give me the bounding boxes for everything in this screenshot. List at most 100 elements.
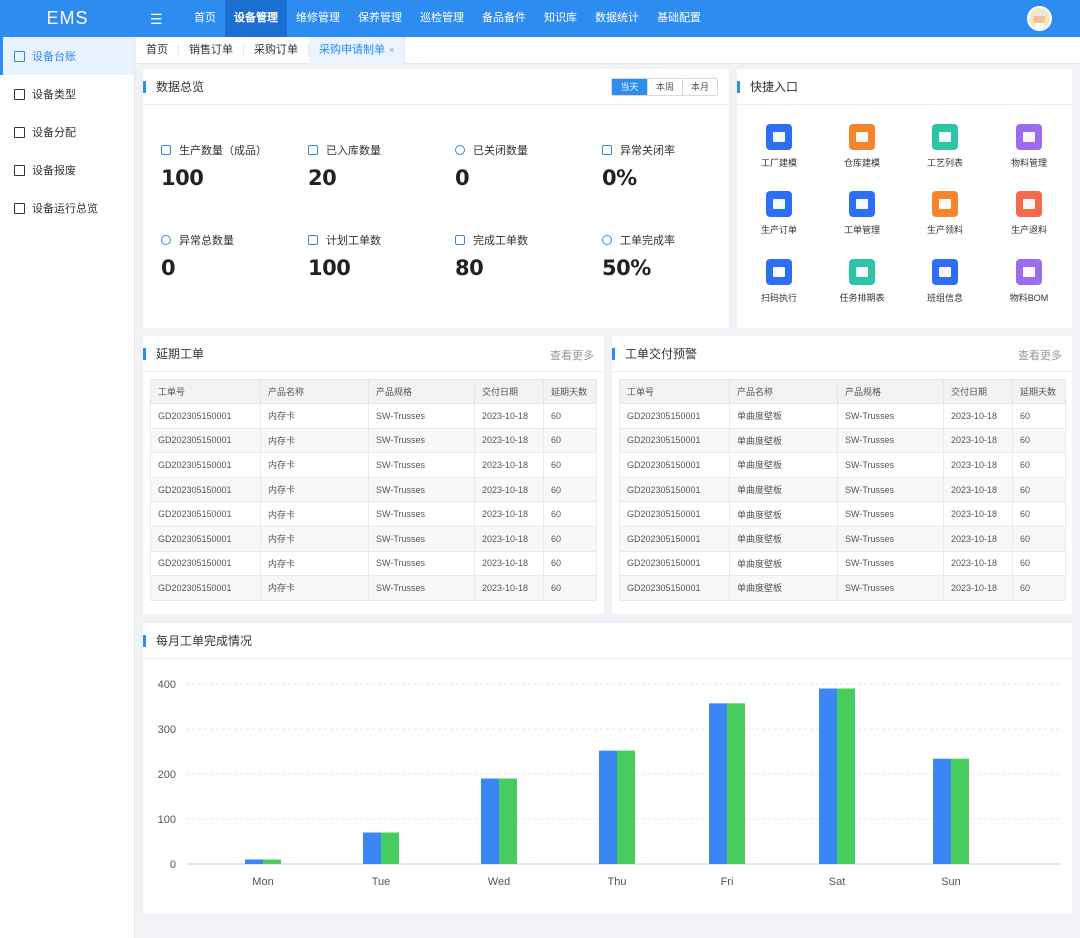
table-row[interactable]: GD202305150001 内存卡 SW-Trusses 2023-10-18 60 xyxy=(150,525,597,552)
table-cell: 单曲度壁板 xyxy=(729,501,838,527)
bar[interactable] xyxy=(481,778,499,865)
y-tick-label: 400 xyxy=(158,679,176,691)
table-cell: 60 xyxy=(543,427,597,454)
table-row[interactable]: GD202305150001 内存卡 SW-Trusses 2023-10-18 60 xyxy=(150,575,597,601)
close-icon[interactable]: × xyxy=(389,45,394,55)
table-row[interactable]: GD202305150001 内存卡 SW-Trusses 2023-10-18 60 xyxy=(150,501,597,527)
nav-item-spare-parts[interactable]: 备品备件 xyxy=(473,0,535,37)
bar[interactable] xyxy=(381,832,399,865)
table-cell: SW-Trusses xyxy=(368,476,475,503)
table-row[interactable]: GD202305150001 单曲度壁板 SW-Trusses 2023-10-18 6… xyxy=(619,427,1066,454)
table-row[interactable]: GD202305150001 单曲度壁板 SW-Trusses 2023-10-18 6… xyxy=(619,575,1066,601)
quick-entry-item[interactable]: 物料管理 xyxy=(994,124,1064,169)
table-row[interactable]: GD202305150001 单曲度壁板 SW-Trusses 2023-10-18 6… xyxy=(619,525,1066,552)
bar[interactable] xyxy=(837,688,855,865)
quick-entry-item[interactable]: 生产退料 xyxy=(994,191,1064,236)
table-row[interactable]: GD202305150001 单曲度壁板 SW-Trusses 2023-10-18 6… xyxy=(619,550,1066,577)
bar[interactable] xyxy=(263,859,281,865)
table-cell: GD202305150001 xyxy=(150,575,261,601)
quick-entry-item[interactable]: 工单管理 xyxy=(827,191,897,236)
table-cell: SW-Trusses xyxy=(837,403,944,429)
table-cell: 单曲度壁板 xyxy=(729,403,838,429)
quick-entry-label: 仓库建模 xyxy=(843,158,880,168)
nav-item-home[interactable]: 首页 xyxy=(185,0,225,37)
range-week-button[interactable]: 本周 xyxy=(647,79,682,95)
nav-item-knowledge[interactable]: 知识库 xyxy=(535,0,586,37)
menu-toggle-icon[interactable]: ☰ xyxy=(150,10,168,28)
range-today-button[interactable]: 当天 xyxy=(612,79,647,95)
column-header: 产品名称 xyxy=(260,379,369,404)
quick-entry-item[interactable]: 任务排期表 xyxy=(827,259,897,304)
column-header: 延期天数 xyxy=(1012,379,1066,404)
table-row[interactable]: GD202305150001 单曲度壁板 SW-Trusses 2023-10-18 6… xyxy=(619,476,1066,503)
warning-icon xyxy=(602,145,612,155)
stat-abnormal-close-rate: 异常关闭率 0% xyxy=(602,143,742,190)
table-row[interactable]: GD202305150001 内存卡 SW-Trusses 2023-10-18 60 xyxy=(150,403,597,429)
table-row[interactable]: GD202305150001 内存卡 SW-Trusses 2023-10-18 60 xyxy=(150,452,597,478)
app-logo[interactable]: EMS xyxy=(0,0,135,37)
table-cell: SW-Trusses xyxy=(837,427,944,454)
bar[interactable] xyxy=(951,758,969,864)
bar[interactable] xyxy=(599,750,617,864)
quick-entry-item[interactable]: 工艺列表 xyxy=(910,124,980,169)
table-row[interactable]: GD202305150001 单曲度壁板 SW-Trusses 2023-10-18 6… xyxy=(619,501,1066,527)
sidebar-item-equipment-type[interactable]: 设备类型 xyxy=(0,75,134,113)
quick-entry-item[interactable]: 生产领料 xyxy=(910,191,980,236)
table-cell: 60 xyxy=(1012,476,1066,503)
quick-entry-icon xyxy=(766,259,792,285)
range-selector: 当天 本周 本月 xyxy=(611,78,718,96)
quick-entry-item[interactable]: 班组信息 xyxy=(910,259,980,304)
nav-item-inspection[interactable]: 巡检管理 xyxy=(411,0,473,37)
quick-entry-item[interactable]: 生产订单 xyxy=(744,191,814,236)
table-row[interactable]: GD202305150001 单曲度壁板 SW-Trusses 2023-10-18 6… xyxy=(619,403,1066,429)
sidebar-item-equipment-scrap[interactable]: 设备报废 xyxy=(0,151,134,189)
tab-home[interactable]: 首页 xyxy=(136,44,179,56)
bar[interactable] xyxy=(819,688,837,865)
table-cell: 单曲度壁板 xyxy=(729,550,838,577)
view-more-link[interactable]: 查看更多 xyxy=(1018,347,1062,363)
tab-purchase-request[interactable]: 采购申请制单 × xyxy=(309,36,406,64)
table-row[interactable]: GD202305150001 内存卡 SW-Trusses 2023-10-18 60 xyxy=(150,550,597,577)
quick-entry-item[interactable]: 工厂建模 xyxy=(744,124,814,169)
nav-item-config[interactable]: 基础配置 xyxy=(648,0,710,37)
sidebar-item-equipment-overview[interactable]: 设备运行总览 xyxy=(0,189,134,227)
bar[interactable] xyxy=(709,703,727,864)
bar[interactable] xyxy=(727,703,745,864)
nav-item-maintenance[interactable]: 保养管理 xyxy=(349,0,411,37)
table-row[interactable]: GD202305150001 内存卡 SW-Trusses 2023-10-18 60 xyxy=(150,427,597,454)
sidebar: 设备台账 设备类型 设备分配 设备报废 设备运行总览 xyxy=(0,37,135,938)
table-cell: 2023-10-18 xyxy=(943,501,1013,527)
nav-item-equipment[interactable]: 设备管理 xyxy=(225,0,287,37)
tab-purchase-order[interactable]: 采购订单 xyxy=(244,44,309,56)
quick-entry-item[interactable]: 物料BOM xyxy=(994,259,1064,304)
table-cell: 2023-10-18 xyxy=(943,550,1013,577)
stat-value: 80 xyxy=(455,256,484,280)
nav-item-statistics[interactable]: 数据统计 xyxy=(586,0,648,37)
tab-sales-order[interactable]: 销售订单 xyxy=(179,44,244,56)
table-cell: GD202305150001 xyxy=(619,575,730,601)
range-month-button[interactable]: 本月 xyxy=(682,79,717,95)
column-header: 产品名称 xyxy=(729,379,838,404)
sidebar-item-equipment-assign[interactable]: 设备分配 xyxy=(0,113,134,151)
bar[interactable] xyxy=(245,859,263,865)
view-more-link[interactable]: 查看更多 xyxy=(550,347,594,363)
table-row[interactable]: GD202305150001 单曲度壁板 SW-Trusses 2023-10-18 6… xyxy=(619,452,1066,478)
bar[interactable] xyxy=(363,832,381,865)
stat-label: 异常总数量 xyxy=(179,235,234,247)
bar[interactable] xyxy=(617,750,635,864)
user-avatar[interactable] xyxy=(1027,6,1052,31)
stat-value: 100 xyxy=(308,256,351,280)
stat-label: 生产数量（成品） xyxy=(179,145,267,157)
stat-label: 计划工单数 xyxy=(326,235,381,247)
quick-entry-label: 生产领料 xyxy=(926,225,963,235)
bar[interactable] xyxy=(499,778,517,865)
table-cell: 60 xyxy=(543,403,597,429)
quick-entry-item[interactable]: 扫码执行 xyxy=(744,259,814,304)
nav-item-repair[interactable]: 维修管理 xyxy=(287,0,349,37)
table-cell: SW-Trusses xyxy=(368,403,475,429)
table-cell: 单曲度壁板 xyxy=(729,575,838,601)
table-row[interactable]: GD202305150001 内存卡 SW-Trusses 2023-10-18 60 xyxy=(150,476,597,503)
sidebar-item-equipment-ledger[interactable]: 设备台账 xyxy=(0,37,134,75)
quick-entry-item[interactable]: 仓库建模 xyxy=(827,124,897,169)
bar[interactable] xyxy=(933,758,951,864)
